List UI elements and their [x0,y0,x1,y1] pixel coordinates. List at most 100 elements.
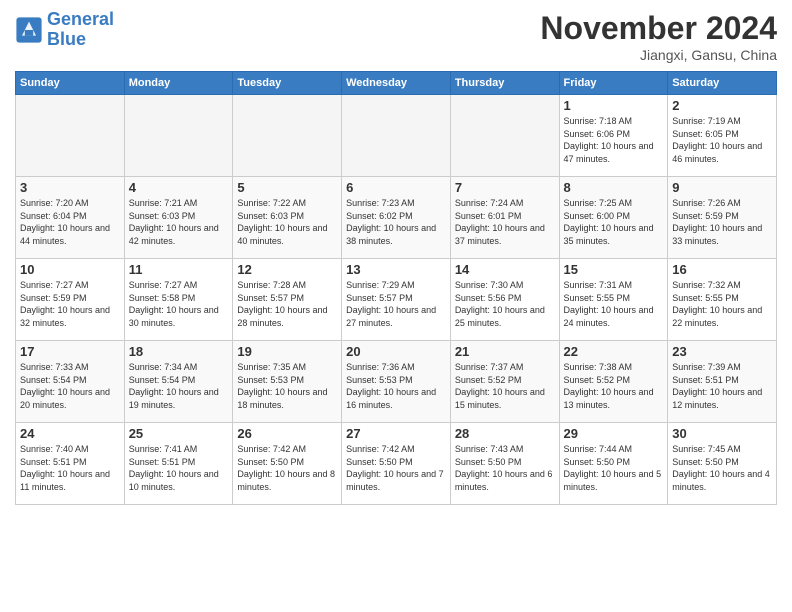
day-cell: 21Sunrise: 7:37 AMSunset: 5:52 PMDayligh… [450,341,559,423]
day-cell: 19Sunrise: 7:35 AMSunset: 5:53 PMDayligh… [233,341,342,423]
day-number: 18 [129,344,229,359]
day-cell: 28 Sunrise: 7:43 AMSunset: 5:50 PMDayligh… [450,423,559,505]
day-cell: 30 Sunrise: 7:45 AMSunset: 5:50 PMDayligh… [668,423,777,505]
day-number: 4 [129,180,229,195]
day-cell: 9Sunrise: 7:26 AMSunset: 5:59 PMDaylight… [668,177,777,259]
day-info: Sunrise: 7:41 AMSunset: 5:51 PMDaylight:… [129,443,229,493]
logo-general: General [47,9,114,29]
page: General Blue November 2024 Jiangxi, Gans… [0,0,792,612]
logo-blue: Blue [47,29,86,49]
day-info: Sunrise: 7:42 AMSunset: 5:50 PMDaylight:… [346,443,446,493]
day-info: Sunrise: 7:30 AMSunset: 5:56 PMDaylight:… [455,279,555,329]
day-number: 12 [237,262,337,277]
day-cell [124,95,233,177]
day-number: 13 [346,262,446,277]
day-cell: 29 Sunrise: 7:44 AMSunset: 5:50 PMDayligh… [559,423,668,505]
day-cell: 18Sunrise: 7:34 AMSunset: 5:54 PMDayligh… [124,341,233,423]
day-number: 23 [672,344,772,359]
day-cell: 7 Sunrise: 7:24 AMSunset: 6:01 PMDaylight… [450,177,559,259]
day-cell: 15 Sunrise: 7:31 AMSunset: 5:55 PMDayligh… [559,259,668,341]
day-number: 21 [455,344,555,359]
day-number: 25 [129,426,229,441]
day-info: Sunrise: 7:36 AMSunset: 5:53 PMDaylight:… [346,361,446,411]
day-number: 26 [237,426,337,441]
day-info: Sunrise: 7:27 AMSunset: 5:59 PMDaylight:… [20,279,120,329]
calendar-table: SundayMondayTuesdayWednesdayThursdayFrid… [15,71,777,505]
day-cell [233,95,342,177]
weekday-header-sunday: Sunday [16,72,125,95]
day-cell: 13Sunrise: 7:29 AMSunset: 5:57 PMDayligh… [342,259,451,341]
week-row-4: 17Sunrise: 7:33 AMSunset: 5:54 PMDayligh… [16,341,777,423]
day-info: Sunrise: 7:19 AMSunset: 6:05 PMDaylight:… [672,115,772,165]
day-number: 8 [564,180,664,195]
weekday-header-monday: Monday [124,72,233,95]
weekday-header-row: SundayMondayTuesdayWednesdayThursdayFrid… [16,72,777,95]
day-number: 5 [237,180,337,195]
day-info: Sunrise: 7:35 AMSunset: 5:53 PMDaylight:… [237,361,337,411]
day-info: Sunrise: 7:39 AMSunset: 5:51 PMDaylight:… [672,361,772,411]
day-info: Sunrise: 7:22 AMSunset: 6:03 PMDaylight:… [237,197,337,247]
day-cell: 26 Sunrise: 7:42 AMSunset: 5:50 PMDayligh… [233,423,342,505]
location: Jiangxi, Gansu, China [540,47,777,63]
week-row-2: 3 Sunrise: 7:20 AMSunset: 6:04 PMDaylight… [16,177,777,259]
day-info: Sunrise: 7:31 AMSunset: 5:55 PMDaylight:… [564,279,664,329]
day-cell: 5 Sunrise: 7:22 AMSunset: 6:03 PMDaylight… [233,177,342,259]
day-cell: 27Sunrise: 7:42 AMSunset: 5:50 PMDayligh… [342,423,451,505]
day-cell: 6 Sunrise: 7:23 AMSunset: 6:02 PMDaylight… [342,177,451,259]
day-number: 3 [20,180,120,195]
weekday-header-tuesday: Tuesday [233,72,342,95]
day-cell: 16 Sunrise: 7:32 AMSunset: 5:55 PMDayligh… [668,259,777,341]
day-cell: 14 Sunrise: 7:30 AMSunset: 5:56 PMDayligh… [450,259,559,341]
day-number: 16 [672,262,772,277]
title-block: November 2024 Jiangxi, Gansu, China [540,10,777,63]
day-info: Sunrise: 7:33 AMSunset: 5:54 PMDaylight:… [20,361,120,411]
day-info: Sunrise: 7:40 AMSunset: 5:51 PMDaylight:… [20,443,120,493]
weekday-header-saturday: Saturday [668,72,777,95]
weekday-header-thursday: Thursday [450,72,559,95]
day-number: 20 [346,344,446,359]
day-cell: 8Sunrise: 7:25 AMSunset: 6:00 PMDaylight… [559,177,668,259]
day-info: Sunrise: 7:32 AMSunset: 5:55 PMDaylight:… [672,279,772,329]
day-cell: 4 Sunrise: 7:21 AMSunset: 6:03 PMDaylight… [124,177,233,259]
day-info: Sunrise: 7:18 AMSunset: 6:06 PMDaylight:… [564,115,664,165]
day-info: Sunrise: 7:27 AMSunset: 5:58 PMDaylight:… [129,279,229,329]
day-number: 6 [346,180,446,195]
day-info: Sunrise: 7:44 AMSunset: 5:50 PMDaylight:… [564,443,664,493]
logo-icon [15,16,43,44]
day-info: Sunrise: 7:21 AMSunset: 6:03 PMDaylight:… [129,197,229,247]
day-cell: 24Sunrise: 7:40 AMSunset: 5:51 PMDayligh… [16,423,125,505]
day-info: Sunrise: 7:45 AMSunset: 5:50 PMDaylight:… [672,443,772,493]
weekday-header-wednesday: Wednesday [342,72,451,95]
day-cell: 3 Sunrise: 7:20 AMSunset: 6:04 PMDaylight… [16,177,125,259]
day-number: 7 [455,180,555,195]
day-cell: 12Sunrise: 7:28 AMSunset: 5:57 PMDayligh… [233,259,342,341]
day-info: Sunrise: 7:24 AMSunset: 6:01 PMDaylight:… [455,197,555,247]
day-number: 28 [455,426,555,441]
header: General Blue November 2024 Jiangxi, Gans… [15,10,777,63]
day-cell: 23 Sunrise: 7:39 AMSunset: 5:51 PMDayligh… [668,341,777,423]
day-number: 29 [564,426,664,441]
week-row-1: 1Sunrise: 7:18 AMSunset: 6:06 PMDaylight… [16,95,777,177]
day-cell [450,95,559,177]
day-info: Sunrise: 7:23 AMSunset: 6:02 PMDaylight:… [346,197,446,247]
day-info: Sunrise: 7:42 AMSunset: 5:50 PMDaylight:… [237,443,337,493]
day-cell: 11Sunrise: 7:27 AMSunset: 5:58 PMDayligh… [124,259,233,341]
day-cell: 25 Sunrise: 7:41 AMSunset: 5:51 PMDayligh… [124,423,233,505]
day-info: Sunrise: 7:43 AMSunset: 5:50 PMDaylight:… [455,443,555,493]
day-cell [342,95,451,177]
weekday-header-friday: Friday [559,72,668,95]
day-info: Sunrise: 7:38 AMSunset: 5:52 PMDaylight:… [564,361,664,411]
week-row-5: 24Sunrise: 7:40 AMSunset: 5:51 PMDayligh… [16,423,777,505]
day-number: 9 [672,180,772,195]
week-row-3: 10 Sunrise: 7:27 AMSunset: 5:59 PMDayligh… [16,259,777,341]
day-number: 10 [20,262,120,277]
day-number: 30 [672,426,772,441]
logo: General Blue [15,10,114,50]
day-info: Sunrise: 7:20 AMSunset: 6:04 PMDaylight:… [20,197,120,247]
day-cell: 20 Sunrise: 7:36 AMSunset: 5:53 PMDayligh… [342,341,451,423]
day-number: 15 [564,262,664,277]
day-cell [16,95,125,177]
day-number: 22 [564,344,664,359]
day-number: 14 [455,262,555,277]
day-cell: 1Sunrise: 7:18 AMSunset: 6:06 PMDaylight… [559,95,668,177]
